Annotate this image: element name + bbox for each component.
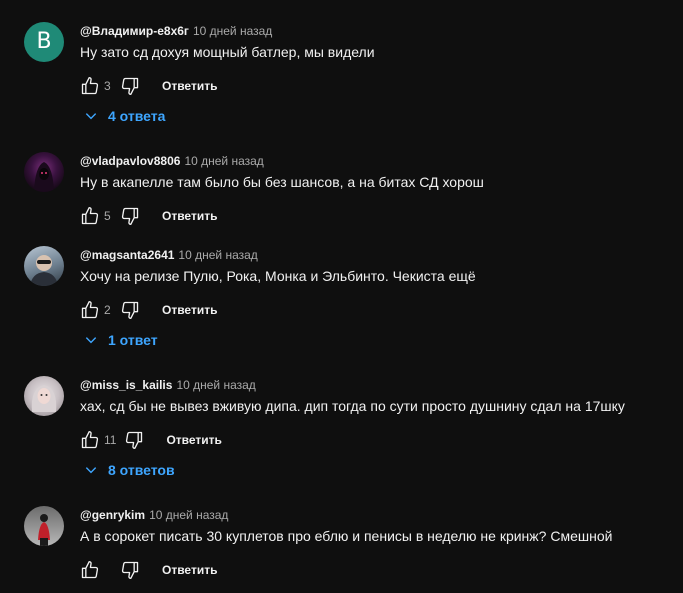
thumbs-up-icon	[81, 207, 99, 225]
author-link[interactable]: @vladpavlov8806	[80, 154, 180, 168]
thumbs-up-icon	[81, 561, 99, 579]
replies-count-label: 8 ответов	[108, 462, 175, 478]
thumbs-up-icon	[81, 77, 99, 95]
chevron-down-icon	[85, 113, 97, 120]
chevron-down-icon	[85, 337, 97, 344]
show-replies-button[interactable]: 4 ответа	[84, 108, 165, 124]
timestamp[interactable]: 10 дней назад	[193, 24, 272, 38]
person-photo-image	[38, 514, 50, 546]
comment-actions: 5 Ответить	[78, 204, 217, 228]
like-button[interactable]	[78, 74, 102, 98]
avatar[interactable]: В	[24, 22, 64, 62]
person-photo-image	[31, 385, 57, 412]
avatar[interactable]	[24, 506, 64, 546]
thumbs-up-icon	[81, 431, 99, 449]
avatar[interactable]	[24, 152, 64, 192]
dislike-button[interactable]	[118, 298, 142, 322]
comment-actions: Ответить	[78, 558, 217, 582]
timestamp[interactable]: 10 дней назад	[149, 508, 228, 522]
show-replies-button[interactable]: 8 ответов	[84, 462, 175, 478]
like-button[interactable]	[78, 428, 102, 452]
author-link[interactable]: @Владимир-е8х6г	[80, 24, 189, 38]
comment-meta: @vladpavlov8806 10 дней назад	[80, 152, 264, 170]
dislike-button[interactable]	[122, 428, 146, 452]
reply-button[interactable]: Ответить	[162, 303, 217, 317]
comment-actions: 11 Ответить	[78, 428, 222, 452]
avatar[interactable]	[24, 376, 64, 416]
like-count: 11	[104, 433, 117, 447]
thumbs-up-icon	[81, 301, 99, 319]
like-button[interactable]	[78, 558, 102, 582]
thumbs-down-icon	[121, 301, 139, 319]
comment-meta: @miss_is_kailis 10 дней назад	[80, 376, 256, 394]
thumbs-down-icon	[121, 77, 139, 96]
reply-button[interactable]: Ответить	[162, 563, 217, 577]
thumbs-down-icon	[126, 431, 143, 449]
timestamp[interactable]: 10 дней назад	[184, 154, 263, 168]
comment-text: Хочу на релизе Пулю, Рока, Монка и Эльби…	[80, 268, 476, 284]
replies-count-label: 4 ответа	[108, 108, 166, 124]
timestamp[interactable]: 10 дней назад	[176, 378, 255, 392]
reply-button[interactable]: Ответить	[162, 79, 217, 93]
dislike-button[interactable]	[118, 558, 142, 582]
dislike-button[interactable]	[118, 204, 142, 228]
comment-actions: 3 Ответить	[78, 74, 217, 98]
comment-text: А в сорокет писать 30 куплетов про еблю …	[80, 528, 613, 544]
like-button[interactable]	[78, 298, 102, 322]
comment-text: хах, сд бы не вывез вживую дипа. дип тог…	[80, 398, 625, 414]
thumbs-down-icon	[121, 561, 139, 579]
comment-text: Ну в акапелле там было бы без шансов, а …	[80, 174, 484, 190]
author-link[interactable]: @magsanta2641	[80, 248, 174, 262]
like-count: 3	[104, 79, 111, 93]
chevron-down-icon	[85, 467, 97, 474]
dislike-button[interactable]	[118, 74, 142, 98]
like-button[interactable]	[78, 204, 102, 228]
timestamp[interactable]: 10 дней назад	[178, 248, 257, 262]
hooded-figure-image	[34, 162, 54, 192]
like-count: 5	[104, 209, 111, 223]
show-replies-button[interactable]: 1 ответ	[84, 332, 158, 348]
reply-button[interactable]: Ответить	[162, 209, 217, 223]
comment-meta: @magsanta2641 10 дней назад	[80, 246, 258, 264]
like-count: 2	[104, 303, 111, 317]
reply-button[interactable]: Ответить	[166, 433, 221, 447]
author-link[interactable]: @genrykim	[80, 508, 145, 522]
avatar[interactable]	[24, 246, 64, 286]
comment-text: Ну зато сд дохуя мощный батлер, мы видел…	[80, 44, 375, 60]
author-link[interactable]: @miss_is_kailis	[80, 378, 172, 392]
person-photo-image	[30, 255, 58, 286]
comment-actions: 2 Ответить	[78, 298, 217, 322]
comment-meta: @Владимир-е8х6г 10 дней назад	[80, 22, 272, 40]
comment-meta: @genrykim 10 дней назад	[80, 506, 228, 524]
replies-count-label: 1 ответ	[108, 332, 158, 348]
thumbs-down-icon	[121, 207, 139, 225]
